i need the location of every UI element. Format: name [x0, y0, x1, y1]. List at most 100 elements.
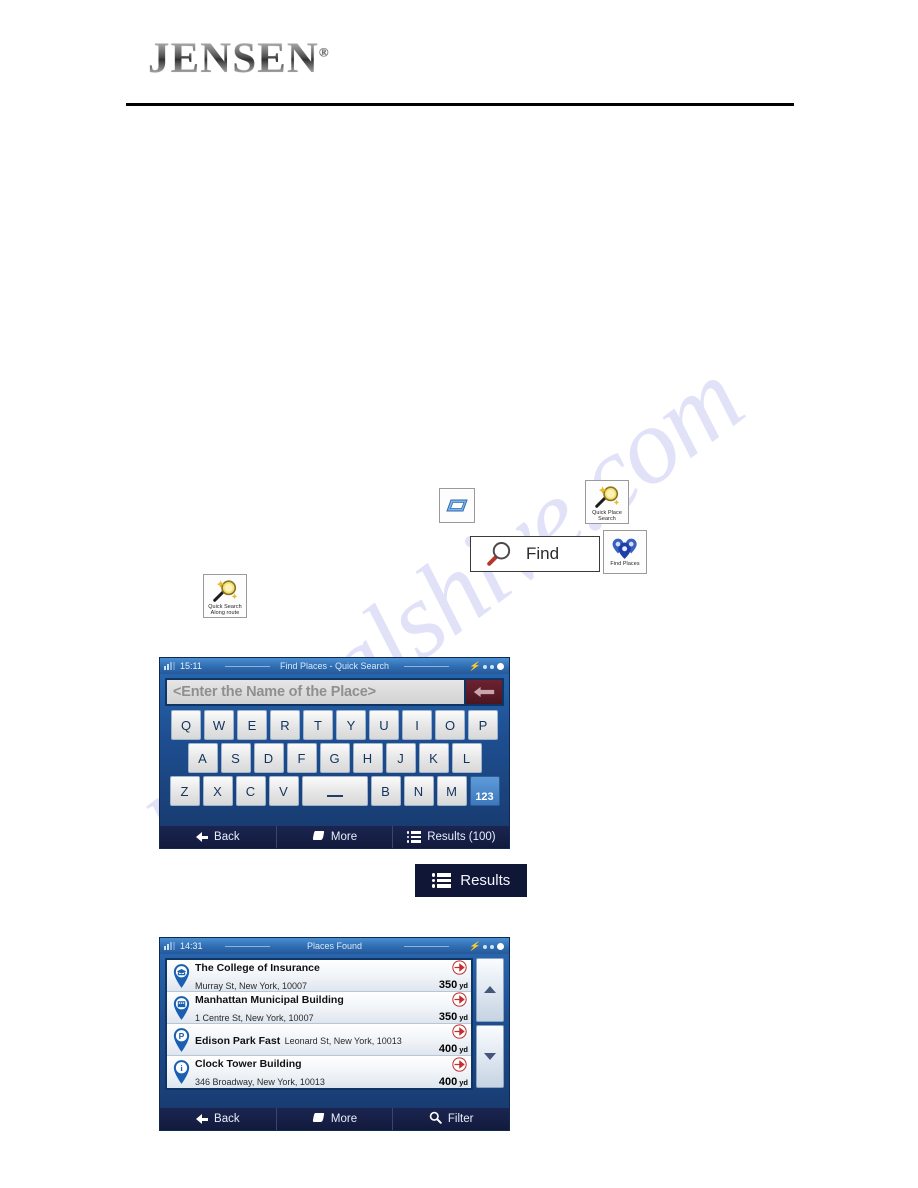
key-space[interactable]	[301, 776, 368, 806]
status-dot-icon	[483, 664, 487, 669]
key-M[interactable]: M	[436, 776, 467, 806]
results-count-label: Results (100)	[427, 831, 496, 843]
info-pin-icon: i	[171, 1060, 191, 1084]
more-button-label: More	[330, 831, 358, 843]
key-Z[interactable]: Z	[169, 776, 200, 806]
place-address: 346 Broadway, New York, 10013	[195, 1077, 325, 1087]
keyboard-body: <Enter the Name of the Place> Q W E R T …	[160, 674, 509, 806]
key-Y[interactable]: Y	[336, 710, 366, 740]
parking-pin-icon: P	[171, 1027, 191, 1052]
back-button[interactable]: Back	[160, 826, 277, 848]
results-screen-toolbar: Back More Filter	[160, 1108, 509, 1130]
list-item-text: Clock Tower Building 346 Broadway, New Y…	[191, 1054, 412, 1088]
filter-button-label: Filter	[447, 1113, 474, 1125]
results-screen-titlebar: 14:31 Places Found ⚡	[160, 938, 509, 954]
place-distance: 350 yd	[438, 979, 468, 991]
quick-search-route-caption-line2: Along route	[210, 610, 240, 617]
results-scrollbar[interactable]	[476, 958, 504, 1090]
key-J[interactable]: J	[385, 743, 416, 773]
find-places-icon-tile[interactable]: Find Places	[603, 530, 647, 574]
list-icon	[431, 873, 452, 888]
distance-unit: yd	[459, 1045, 468, 1054]
key-B[interactable]: B	[370, 776, 401, 806]
distance-unit: yd	[459, 1013, 468, 1022]
key-T[interactable]: T	[303, 710, 333, 740]
keyboard-screen-titlebar: 15:11 Find Places - Quick Search ⚡	[160, 658, 509, 674]
find-button-label: Find	[526, 544, 560, 563]
key-P[interactable]: P	[468, 710, 498, 740]
building-pin-icon	[171, 995, 191, 1020]
key-V[interactable]: V	[268, 776, 299, 806]
results-button[interactable]: Results	[415, 864, 527, 897]
header-divider	[126, 103, 794, 106]
gps-satellite-icon: ⚡	[468, 661, 480, 671]
keyboard-screen-clock: 15:11	[180, 661, 202, 671]
place-name: Clock Tower Building	[195, 1058, 302, 1070]
signal-bars-icon	[164, 662, 175, 670]
titlebar-rule-right	[404, 666, 449, 667]
quick-place-search-caption-line2: Search	[598, 516, 616, 523]
results-body: The College of Insurance Murray St, New …	[160, 954, 509, 1090]
key-N[interactable]: N	[403, 776, 434, 806]
key-K[interactable]: K	[418, 743, 449, 773]
more-rounded-square-icon	[312, 830, 325, 844]
results-button-label: Results	[460, 872, 511, 889]
key-R[interactable]: R	[270, 710, 300, 740]
jensen-logo: JENSEN®	[148, 34, 330, 83]
key-X[interactable]: X	[202, 776, 233, 806]
quick-search-keyboard-screen: 15:11 Find Places - Quick Search ⚡ <Ente…	[159, 657, 510, 849]
back-button-label: Back	[214, 1113, 240, 1125]
more-button[interactable]: More	[276, 826, 394, 848]
key-O[interactable]: O	[435, 710, 465, 740]
battery-indicator-icon	[497, 663, 504, 670]
place-distance: 400 yd	[438, 1075, 468, 1088]
more-button-label: More	[330, 1113, 358, 1125]
list-item-text: Manhattan Municipal Building 1 Centre St…	[191, 990, 412, 1026]
keyboard-screen-title: Find Places - Quick Search	[279, 661, 390, 671]
key-W[interactable]: W	[204, 710, 234, 740]
status-icons: ⚡	[469, 661, 504, 672]
list-icon	[406, 831, 422, 843]
key-C[interactable]: C	[235, 776, 266, 806]
list-item[interactable]: i Clock Tower Building 346 Broadway, New…	[167, 1056, 471, 1088]
place-name-input[interactable]: <Enter the Name of the Place>	[165, 678, 464, 706]
key-U[interactable]: U	[369, 710, 399, 740]
svg-text:P: P	[178, 1031, 184, 1041]
scroll-up-button[interactable]	[476, 958, 504, 1022]
quick-search-along-route-icon-tile[interactable]: Quick Search Along route	[203, 574, 247, 618]
backspace-button[interactable]	[464, 678, 504, 706]
place-name: Edison Park Fast	[195, 1034, 281, 1047]
menu-icon-tile[interactable]	[439, 488, 475, 523]
place-name: Manhattan Municipal Building	[195, 993, 344, 1006]
list-item[interactable]: Manhattan Municipal Building 1 Centre St…	[167, 992, 471, 1024]
key-F[interactable]: F	[286, 743, 317, 773]
list-item[interactable]: P Edison Park Fast Leonard St, New York,…	[167, 1024, 471, 1056]
key-Q[interactable]: Q	[171, 710, 201, 740]
back-button[interactable]: Back	[160, 1108, 277, 1130]
key-D[interactable]: D	[253, 743, 284, 773]
key-E[interactable]: E	[237, 710, 267, 740]
key-H[interactable]: H	[352, 743, 383, 773]
results-count-button[interactable]: Results (100)	[393, 826, 509, 848]
list-item[interactable]: The College of Insurance Murray St, New …	[167, 960, 471, 992]
key-L[interactable]: L	[451, 743, 482, 773]
scroll-down-button[interactable]	[476, 1024, 504, 1088]
more-button[interactable]: More	[276, 1108, 394, 1130]
quick-place-search-icon-tile[interactable]: Quick Place Search	[585, 480, 629, 524]
filter-button[interactable]: Filter	[393, 1108, 509, 1130]
list-item-meta: 350 yd	[412, 992, 468, 1023]
places-found-screen: 14:31 Places Found ⚡ The College of Insu…	[159, 937, 510, 1131]
keyboard-row-1: Q W E R T Y U I O P	[165, 710, 504, 740]
key-I[interactable]: I	[402, 710, 432, 740]
more-rounded-square-icon	[312, 1112, 325, 1126]
list-item-text: The College of Insurance Murray St, New …	[191, 960, 412, 994]
find-button[interactable]: Find	[470, 536, 600, 572]
key-numeric-toggle[interactable]: 123	[469, 776, 500, 806]
key-S[interactable]: S	[220, 743, 251, 773]
magnifier-sparkle-icon	[586, 484, 628, 510]
keyboard-screen-toolbar: Back More Results (100)	[160, 826, 509, 848]
key-A[interactable]: A	[187, 743, 218, 773]
key-G[interactable]: G	[319, 743, 350, 773]
direction-compass-icon	[451, 960, 468, 980]
results-screen-title: Places Found	[306, 941, 363, 951]
